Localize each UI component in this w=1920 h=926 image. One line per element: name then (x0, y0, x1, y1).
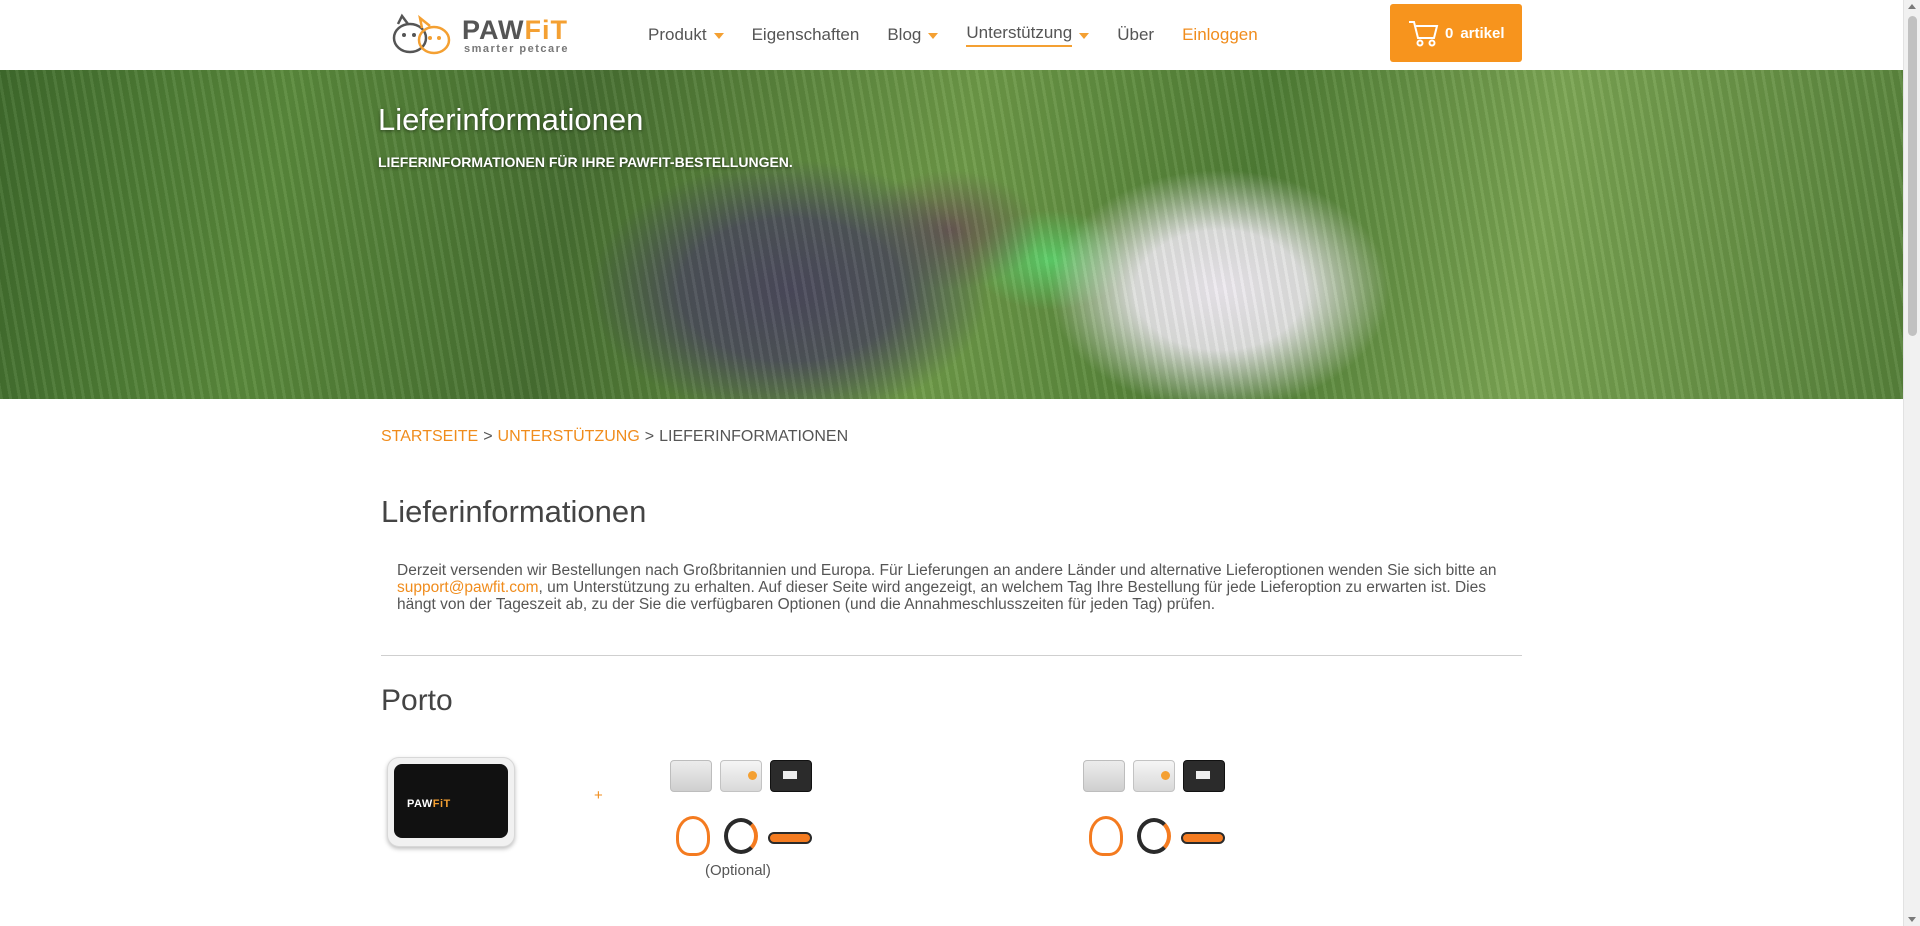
harness-image (676, 816, 710, 856)
leash-image (1137, 818, 1171, 854)
pets-logo-icon (392, 13, 451, 55)
plus-sign: + (594, 787, 603, 804)
logo-wordmark: PAWFiT (462, 15, 568, 45)
breadcrumb-separator: > (483, 428, 493, 445)
accessory-row (1077, 816, 1227, 856)
pawfit-logo[interactable]: PAWFiT smarter petcare (390, 12, 575, 58)
nav-login[interactable]: Einloggen (1182, 0, 1258, 70)
porto-heading: Porto (381, 684, 453, 717)
harness-image (1089, 816, 1123, 856)
tracker-logo: PAWFiT (407, 798, 451, 810)
collar-image (768, 832, 812, 844)
shopping-cart-icon (1409, 21, 1439, 47)
optional-label: (Optional) (705, 862, 771, 879)
vertical-scrollbar[interactable] (1903, 0, 1920, 926)
breadcrumb-home[interactable]: STARTSEITE (381, 428, 478, 445)
breadcrumb-current: LIEFERINFORMATIONEN (659, 428, 849, 445)
breadcrumb-support[interactable]: UNTERSTÜTZUNG (498, 428, 640, 445)
nav-produkt[interactable]: Produkt (648, 0, 724, 70)
nav-ueber[interactable]: Über (1117, 0, 1154, 70)
tracker-screen: PAWFiT (394, 764, 508, 838)
charging-dock-image (670, 760, 712, 792)
nav-blog[interactable]: Blog (887, 0, 939, 70)
accessory-row (1077, 760, 1227, 800)
scroll-down-arrow-icon[interactable] (1908, 917, 1916, 922)
holder-image (770, 760, 812, 792)
hero-subtitle: LIEFERINFORMATIONEN FÜR IHRE PAWFIT-BEST… (378, 154, 793, 170)
leash-image (724, 818, 758, 854)
chevron-down-icon (928, 33, 939, 39)
scroll-up-arrow-icon[interactable] (1908, 4, 1916, 9)
scrollbar-thumb[interactable] (1908, 16, 1917, 336)
charging-dock-image (1083, 760, 1125, 792)
support-email-link[interactable]: support@pawfit.com (397, 579, 539, 596)
hero-title: Lieferinformationen (378, 102, 644, 137)
section-divider (381, 655, 1522, 656)
pawfit-tracker-image: PAWFiT (387, 757, 515, 847)
clip-mount-image (1133, 760, 1175, 792)
accessories-image (1077, 760, 1227, 870)
hero-banner: Lieferinformationen LIEFERINFORMATIONEN … (0, 70, 1903, 399)
nav-eigenschaften[interactable]: Eigenschaften (752, 0, 860, 70)
logo-tagline: smarter petcare (464, 43, 570, 55)
cart-button[interactable]: 0 artikel (1390, 4, 1522, 62)
accessory-row (664, 816, 814, 856)
cart-count: 0 (1445, 24, 1454, 42)
main-nav: Produkt Eigenschaften Blog Unterstützung… (648, 0, 1286, 70)
accessories-image (664, 760, 814, 870)
page: PAWFiT smarter petcare Produkt Eigenscha… (0, 0, 1903, 926)
holder-image (1183, 760, 1225, 792)
chevron-down-icon (1079, 33, 1090, 39)
breadcrumb: STARTSEITE > UNTERSTÜTZUNG > LIEFERINFORMATI… (381, 428, 848, 446)
chevron-down-icon (713, 33, 724, 39)
intro-text: Derzeit versenden wir Bestellungen nach … (397, 562, 1497, 613)
clip-mount-image (720, 760, 762, 792)
site-header: PAWFiT smarter petcare Produkt Eigenscha… (0, 0, 1903, 71)
collar-image (1181, 832, 1225, 844)
nav-unterstuetzung[interactable]: Unterstützung (966, 0, 1090, 70)
accessory-row (664, 760, 814, 800)
page-title: Lieferinformationen (381, 494, 647, 529)
cart-label: artikel (1460, 24, 1505, 42)
breadcrumb-separator: > (644, 428, 655, 445)
